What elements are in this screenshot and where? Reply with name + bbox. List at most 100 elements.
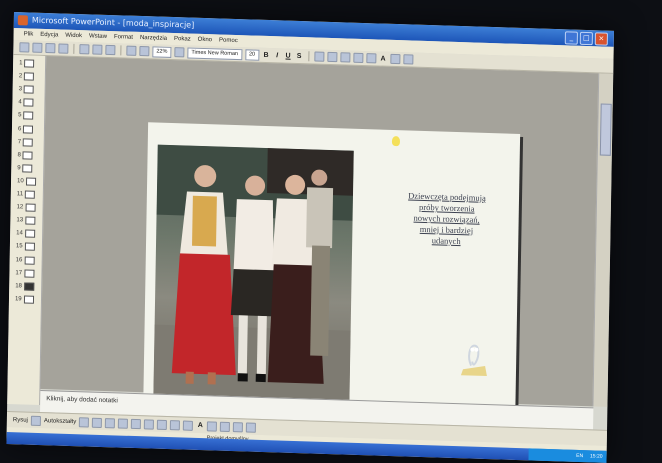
bold-icon[interactable]: B: [262, 51, 270, 58]
slide-icon: [23, 98, 34, 107]
slide-number: 6: [17, 125, 22, 132]
fill-color-icon[interactable]: [170, 419, 181, 430]
lightbulb-icon[interactable]: [391, 135, 401, 147]
slide-thumbnail[interactable]: 4: [18, 98, 34, 107]
slide-thumbnail[interactable]: 15: [16, 242, 35, 252]
textbox-icon[interactable]: [131, 418, 142, 429]
draw-menu[interactable]: Rysuj: [13, 417, 28, 423]
menu-file[interactable]: Plik: [24, 28, 34, 40]
slide-thumbnail[interactable]: 6: [17, 124, 34, 134]
font-color-icon[interactable]: A: [196, 422, 204, 429]
slide-thumbnail[interactable]: 14: [16, 229, 35, 239]
slide-thumbnail[interactable]: 7: [18, 137, 34, 147]
underline-icon[interactable]: U: [284, 52, 292, 59]
slide-number: 19: [14, 295, 22, 303]
slide-number: 4: [18, 99, 22, 106]
caption-line: udanych: [431, 235, 461, 247]
line-color-icon[interactable]: [183, 420, 194, 431]
slide-number: 10: [16, 178, 24, 185]
close-button[interactable]: ×: [594, 32, 608, 46]
select-arrow-icon[interactable]: [30, 415, 41, 426]
slide-photo[interactable]: [153, 144, 354, 405]
dash-style-icon[interactable]: [220, 421, 231, 432]
increase-font-icon[interactable]: A: [379, 55, 387, 62]
slide-thumbnail[interactable]: 2: [19, 72, 35, 81]
paste-icon[interactable]: [105, 44, 116, 56]
wordart-icon[interactable]: [144, 418, 155, 430]
redo-icon[interactable]: [139, 45, 150, 57]
slide-thumbnail[interactable]: 16: [15, 255, 35, 265]
copy-icon[interactable]: [92, 44, 103, 55]
menu-view[interactable]: Widok: [65, 30, 82, 43]
slide-number: 1: [19, 60, 23, 67]
menu-tools[interactable]: Narzędzia: [140, 32, 167, 45]
zoom-select[interactable]: 22%: [152, 45, 172, 58]
menu-insert[interactable]: Wstaw: [89, 30, 107, 43]
slide-thumbnail[interactable]: 8: [17, 151, 33, 160]
save-icon[interactable]: [45, 43, 56, 54]
editing-area: Dziewczęta podejmują próby tworzenia now…: [40, 56, 600, 412]
3d-style-icon[interactable]: [246, 422, 257, 433]
clipart-icon[interactable]: [157, 419, 168, 430]
oval-icon[interactable]: [118, 418, 129, 429]
scrollbar-thumb[interactable]: [599, 103, 612, 156]
open-icon[interactable]: [32, 42, 43, 53]
slide-thumbnail[interactable]: 18: [15, 282, 34, 291]
minimize-button[interactable]: _: [564, 31, 578, 45]
align-center-icon[interactable]: [327, 51, 338, 63]
slide-number: 16: [15, 256, 23, 263]
rectangle-icon[interactable]: [105, 417, 116, 428]
align-right-icon[interactable]: [340, 52, 351, 63]
new-slide-icon[interactable]: [403, 54, 414, 65]
window-title: Microsoft PowerPoint - [moda_inspiracje]: [31, 15, 195, 30]
line-icon[interactable]: [79, 416, 90, 428]
language-indicator[interactable]: EN: [576, 453, 583, 459]
align-left-icon[interactable]: [314, 51, 325, 62]
font-name-select[interactable]: Times New Roman: [187, 46, 243, 60]
slide-thumbnail[interactable]: 9: [17, 164, 33, 173]
shadow-style-icon[interactable]: [233, 421, 244, 432]
design-icon[interactable]: [390, 53, 401, 65]
slide-thumbnail[interactable]: 3: [18, 85, 35, 94]
slide-thumbnail[interactable]: 19: [15, 295, 34, 304]
autoshapes-menu[interactable]: Autokształty: [44, 418, 76, 425]
slide-number: 13: [16, 217, 24, 224]
menu-window[interactable]: Okno: [198, 34, 213, 46]
cut-icon[interactable]: [79, 44, 90, 55]
office-assistant-icon[interactable]: [459, 339, 490, 378]
help-icon[interactable]: [174, 47, 185, 58]
slide-thumbnail[interactable]: 12: [17, 203, 36, 212]
folk-costume-photo: [153, 144, 354, 405]
projected-screen: Microsoft PowerPoint - [moda_inspiracje]…: [6, 12, 615, 463]
slide-thumbnail[interactable]: 10: [17, 177, 36, 186]
italic-icon[interactable]: I: [273, 52, 281, 59]
menu-edit[interactable]: Edycja: [40, 29, 58, 42]
slide-number: 3: [18, 86, 23, 93]
slide-icon: [24, 255, 35, 265]
slide-thumbnail[interactable]: 11: [17, 190, 36, 199]
shadow-icon[interactable]: S: [295, 52, 303, 59]
slide-thumbnail[interactable]: 13: [16, 216, 36, 225]
font-size-select[interactable]: 20: [244, 48, 260, 61]
arrow-icon[interactable]: [92, 417, 103, 428]
slide-thumbnail[interactable]: 5: [18, 111, 34, 121]
slide-number: 18: [15, 282, 22, 290]
numbering-icon[interactable]: [353, 52, 364, 63]
menu-format[interactable]: Format: [114, 31, 133, 44]
maximize-button[interactable]: □: [579, 31, 593, 46]
bullets-icon[interactable]: [366, 53, 377, 64]
slide-icon: [23, 282, 34, 291]
undo-icon[interactable]: [126, 45, 137, 56]
print-icon[interactable]: [58, 43, 69, 54]
slide-thumbnail[interactable]: 17: [15, 269, 35, 278]
menu-help[interactable]: Pomoc: [219, 34, 238, 47]
system-tray: EN 15:20: [528, 448, 607, 463]
new-icon[interactable]: [19, 42, 30, 53]
slide-caption[interactable]: Dziewczęta podejmują próby tworzenia now…: [394, 190, 499, 248]
slide-number: 12: [16, 204, 24, 211]
menu-slideshow[interactable]: Pokaz: [174, 33, 191, 46]
line-style-icon[interactable]: [207, 420, 218, 432]
slide-icon: [24, 190, 36, 199]
slide-thumbnail[interactable]: 1: [19, 59, 35, 68]
notes-placeholder: Kliknij, aby dodać notatki: [46, 395, 118, 405]
